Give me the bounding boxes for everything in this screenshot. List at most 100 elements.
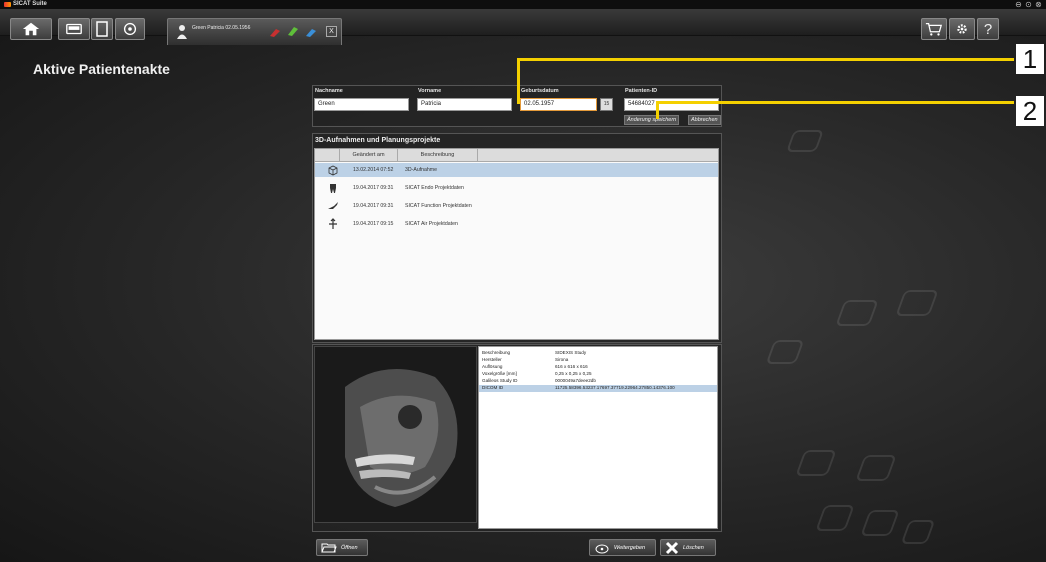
page-title: Aktive Patientenakte bbox=[33, 61, 170, 77]
studies-title: 3D-Aufnahmen und Planungsprojekte bbox=[315, 137, 441, 144]
property-row: Beschreibung SIDEXIS Study bbox=[479, 350, 717, 357]
calendar-icon: 15 bbox=[603, 101, 610, 107]
callout-2: 2 bbox=[1016, 96, 1044, 126]
app-window: SICAT Suite ⊖ ⊙ ⊗ Green Patricia 02.05.1… bbox=[0, 0, 1046, 562]
table-row[interactable]: 19.04.2017 09:31 SICAT Endo Projektdaten bbox=[315, 181, 718, 195]
background-decoration bbox=[815, 505, 855, 531]
callout-line bbox=[517, 58, 520, 104]
cube-icon bbox=[328, 165, 338, 176]
app-title: SICAT Suite bbox=[13, 1, 47, 7]
patient-icon bbox=[177, 25, 187, 39]
properties-table: Beschreibung SIDEXIS Study Hersteller Siro… bbox=[478, 346, 718, 529]
airway-icon bbox=[329, 218, 337, 229]
sicat-logo-icon bbox=[4, 2, 11, 7]
cancel-button[interactable]: Abbrechen bbox=[688, 115, 721, 125]
row-date: 13.02.2014 07:52 bbox=[353, 167, 394, 173]
settings-button[interactable] bbox=[949, 18, 975, 40]
delete-x-icon bbox=[665, 541, 679, 554]
table-row[interactable]: 19.04.2017 09:31 SICAT Function Projektd… bbox=[315, 199, 718, 213]
dob-label: Geburtsdatum bbox=[521, 88, 559, 94]
property-row: DICOM ID 11725.58396.53237.17697.37719.22… bbox=[479, 385, 717, 392]
home-button[interactable] bbox=[10, 18, 52, 40]
forward-button[interactable]: Weitergeben bbox=[589, 539, 656, 556]
endo-app-icon bbox=[270, 29, 280, 37]
property-row: Voxelgröße [mm] 0,25 x 0,25 x 0,25 bbox=[479, 371, 717, 378]
function-app-icon bbox=[288, 27, 298, 36]
row-date: 19.04.2017 09:31 bbox=[353, 203, 394, 209]
import-button[interactable] bbox=[115, 18, 145, 40]
new-document-button[interactable] bbox=[91, 18, 113, 40]
delete-button-label: Löschen bbox=[683, 544, 704, 551]
callout-1: 1 bbox=[1016, 44, 1044, 74]
icon-column-header bbox=[315, 149, 340, 162]
row-description: SICAT Endo Projektdaten bbox=[405, 185, 464, 191]
calendar-button[interactable]: 15 bbox=[600, 98, 613, 111]
property-key: Hersteller bbox=[482, 357, 502, 362]
row-description: 3D-Aufnahme bbox=[405, 167, 438, 173]
disc-icon bbox=[595, 544, 609, 553]
property-key: Voxelgröße [mm] bbox=[482, 371, 517, 376]
background-decoration bbox=[855, 455, 897, 481]
minimize-icon[interactable]: ⊖ bbox=[1014, 0, 1023, 9]
close-tab-button[interactable]: X bbox=[326, 26, 337, 37]
tooth-icon bbox=[330, 184, 336, 193]
save-changes-button[interactable]: Änderung speichern bbox=[624, 115, 680, 125]
help-button[interactable]: ? bbox=[977, 18, 999, 40]
background-decoration bbox=[785, 130, 825, 152]
property-value: 616 x 616 x 616 bbox=[555, 364, 588, 369]
active-patient-tab[interactable]: Green Patricia 02.05.1956 bbox=[167, 18, 342, 45]
property-row: Galileos Study ID 0000049a7deee2db bbox=[479, 378, 717, 385]
cart-icon bbox=[925, 22, 943, 36]
studies-table: Geändert am Beschreibung 13.02.2014 07:5… bbox=[314, 148, 719, 340]
table-row[interactable]: 13.02.2014 07:52 3D-Aufnahme bbox=[315, 163, 718, 177]
disc-icon bbox=[123, 22, 137, 36]
table-row[interactable]: 19.04.2017 09:15 SICAT Air Projektdaten bbox=[315, 217, 718, 231]
background-decoration bbox=[765, 340, 805, 364]
row-date: 19.04.2017 09:15 bbox=[353, 221, 394, 227]
background-decoration bbox=[835, 300, 879, 326]
background-decoration bbox=[895, 290, 939, 316]
property-value: SIDEXIS Study bbox=[555, 350, 587, 355]
main-toolbar bbox=[0, 9, 1046, 36]
jaw-icon bbox=[328, 202, 338, 209]
date-column-header[interactable]: Geändert am bbox=[340, 149, 398, 162]
description-column-header[interactable]: Beschreibung bbox=[398, 149, 478, 162]
patient-tab-label: Green Patricia 02.05.1956 bbox=[192, 25, 251, 31]
firstname-field[interactable]: Patricia bbox=[417, 98, 512, 111]
open-button[interactable]: Öffnen bbox=[316, 539, 368, 556]
property-key: Beschreibung bbox=[482, 350, 511, 355]
forward-button-label: Weitergeben bbox=[614, 544, 646, 551]
property-key: Galileos Study ID bbox=[482, 378, 518, 383]
table-header: Geändert am Beschreibung bbox=[315, 149, 718, 162]
patient-id-label: Patienten-ID bbox=[625, 88, 658, 94]
maximize-icon[interactable]: ⊙ bbox=[1024, 0, 1033, 9]
row-date: 19.04.2017 09:31 bbox=[353, 185, 394, 191]
folder-open-icon bbox=[321, 543, 337, 552]
volume-preview bbox=[314, 346, 477, 523]
dob-field[interactable]: 02.05.1957 bbox=[520, 98, 597, 111]
background-decoration bbox=[795, 450, 837, 476]
lastname-field[interactable]: Green bbox=[314, 98, 409, 111]
firstname-label: Vorname bbox=[418, 88, 442, 94]
property-key: Auflösung bbox=[482, 364, 503, 369]
open-button-label: Öffnen bbox=[341, 544, 358, 551]
air-app-icon bbox=[306, 29, 316, 37]
patient-id-field[interactable]: 54684027 bbox=[624, 98, 719, 111]
property-value: 11725.58396.53237.17697.37719.22964.2785… bbox=[555, 385, 675, 390]
document-icon bbox=[96, 21, 108, 37]
title-bar: SICAT Suite ⊖ ⊙ ⊗ bbox=[0, 0, 1046, 9]
property-key: DICOM ID bbox=[482, 385, 504, 390]
row-description: SICAT Air Projektdaten bbox=[405, 221, 458, 227]
home-icon bbox=[22, 22, 40, 36]
lastname-label: Nachname bbox=[315, 88, 343, 94]
patient-records-button[interactable] bbox=[58, 18, 90, 40]
callout-line bbox=[517, 58, 1014, 61]
cart-button[interactable] bbox=[921, 18, 947, 40]
property-row: Auflösung 616 x 616 x 616 bbox=[479, 364, 717, 371]
delete-button[interactable]: Löschen bbox=[660, 539, 716, 556]
property-value: 0,25 x 0,25 x 0,25 bbox=[555, 371, 592, 376]
callout-line bbox=[656, 101, 1014, 104]
gear-icon bbox=[957, 24, 967, 34]
background-decoration bbox=[860, 510, 900, 536]
close-window-icon[interactable]: ⊗ bbox=[1034, 0, 1043, 9]
